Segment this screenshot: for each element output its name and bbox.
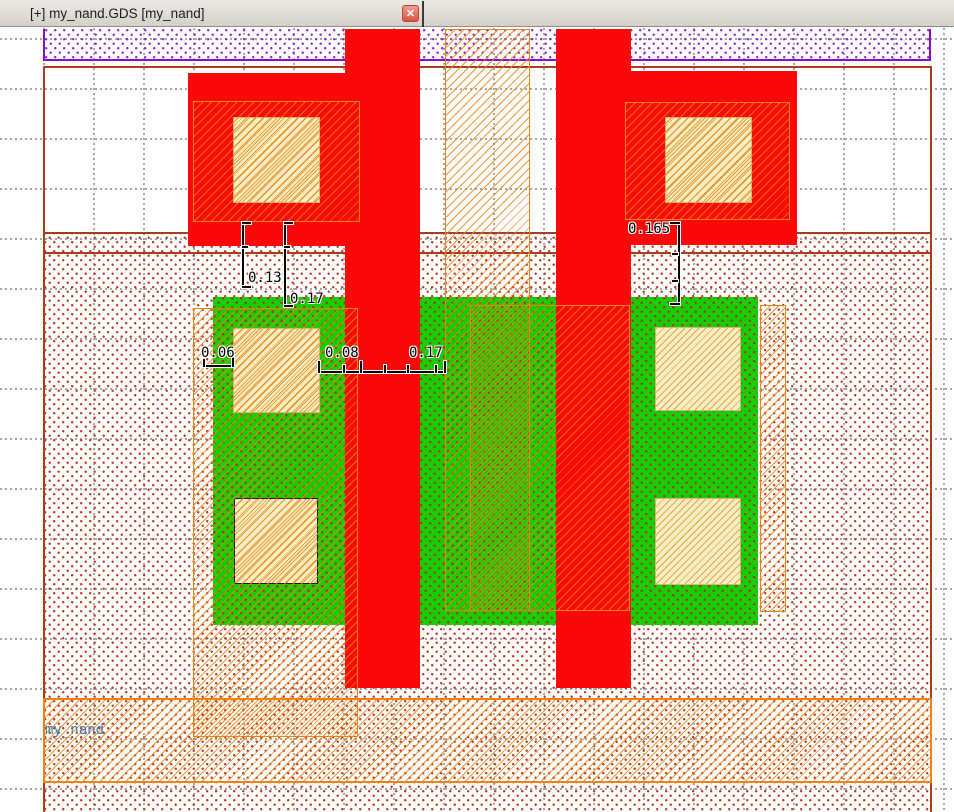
- dim-ruler-minor-a: [343, 365, 345, 373]
- hatch-bottom-band[interactable]: [43, 698, 932, 783]
- tab-bar: [+] my_nand.GDS [my_nand] ✕: [0, 0, 954, 27]
- dim-0-165-tick-b: [672, 280, 678, 282]
- dim-0-165-cap-bottom: [670, 303, 680, 305]
- dim-0-17v-cap-top: [284, 222, 293, 224]
- dim-0-165-line: [678, 222, 680, 305]
- contact-active-right-top[interactable]: [655, 327, 741, 411]
- dim-ruler-end-left: [318, 361, 320, 373]
- dim-0-17v-label: 0.17: [290, 291, 324, 307]
- cell-name-label[interactable]: my_nand: [45, 723, 104, 737]
- dim-0-165-cap-top: [670, 222, 680, 224]
- hatch-right-column[interactable]: [760, 305, 786, 612]
- dim-0-17h-label: 0.17: [409, 345, 443, 361]
- dim-0-17v-tick: [284, 246, 290, 248]
- dim-0-13-cap-top: [242, 222, 251, 224]
- dim-ruler-end-right: [444, 361, 446, 373]
- dim-0-165-tick-a: [672, 253, 678, 255]
- dim-0-13-line: [242, 222, 244, 288]
- dim-ruler-minor-b: [384, 365, 386, 373]
- tab-title[interactable]: [+] my_nand.GDS [my_nand]: [30, 6, 204, 21]
- layout-canvas[interactable]: 0.13 0.17 0.165 0.06 0.08 0.17 my_nand: [0, 28, 954, 812]
- dim-ruler-tick-mid: [360, 361, 362, 373]
- dim-0-06-label: 0.06: [201, 345, 235, 361]
- dim-0-06-line: [203, 365, 234, 367]
- hatch-pad-left[interactable]: [193, 101, 360, 222]
- dim-0-08-label: 0.08: [325, 345, 359, 361]
- dim-ruler-minor-c: [407, 365, 409, 373]
- dim-ruler-minor-d: [435, 365, 437, 373]
- contact-active-right-bottom[interactable]: [655, 498, 741, 585]
- close-tab-icon[interactable]: ✕: [402, 5, 419, 22]
- layout-viewer-window: [+] my_nand.GDS [my_nand] ✕ 0.13 0.17 0.…: [0, 0, 954, 812]
- tab-edge-divider: [422, 1, 424, 27]
- dim-0-165-label: 0.165: [628, 221, 671, 237]
- dim-0-13-label: 0.13: [248, 270, 282, 286]
- dim-0-17v-line: [284, 222, 286, 307]
- hatch-mid-band-wide[interactable]: [470, 305, 630, 611]
- dim-0-13-cap-bottom: [242, 286, 251, 288]
- dim-0-13-tick: [242, 246, 248, 248]
- dim-ruler-line: [318, 371, 446, 373]
- hatch-pad-right[interactable]: [625, 102, 790, 220]
